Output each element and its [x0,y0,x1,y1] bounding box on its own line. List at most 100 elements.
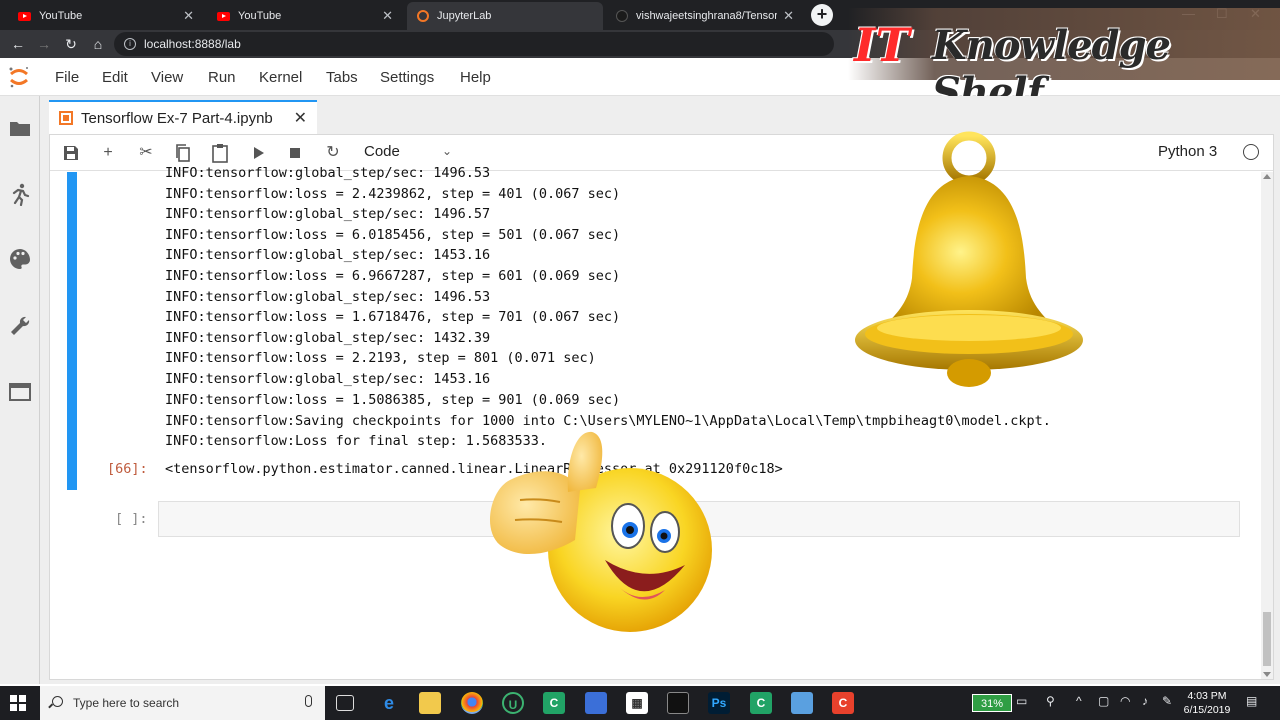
notifications-icon[interactable]: ▤ [1246,694,1257,708]
camtasia-red-icon[interactable]: C [832,692,854,714]
output-line: INFO:tensorflow:global_step/sec: 1432.39 [165,330,491,346]
url-text: localhost:8888/lab [144,37,241,51]
active-cell-indicator [67,172,77,490]
github-icon [616,10,628,22]
output-line: INFO:tensorflow:global_step/sec: 1496.53 [165,165,491,181]
taskbar-search-placeholder: Type here to search [73,696,180,710]
terminal-icon[interactable] [667,692,689,714]
chevron-down-icon[interactable]: ⌄ [442,144,452,158]
clock-time: 4:03 PM [1187,690,1227,702]
channel-watermark: IT Knowledge Shelf [848,8,1280,116]
tabs-icon[interactable] [8,380,32,404]
folder-icon[interactable] [8,116,32,140]
running-icon[interactable] [8,182,32,206]
clock-date: 6/15/2019 [1183,704,1231,716]
windows-start-icon[interactable] [10,695,26,711]
menu-run[interactable]: Run [208,69,236,86]
scroll-down-arrow-icon[interactable] [1263,672,1271,677]
network-app-icon[interactable] [585,692,607,714]
task-view-icon[interactable] [336,695,354,711]
output-line: INFO:tensorflow:global_step/sec: 1453.16 [165,247,491,263]
address-bar[interactable]: i localhost:8888/lab [114,32,834,56]
chevron-up-icon[interactable]: ^ [1076,694,1082,708]
close-icon[interactable]: ✕ [183,8,194,24]
edge-icon[interactable]: e [378,692,400,714]
add-cell-icon[interactable]: + [97,142,119,164]
remote-desktop-icon[interactable] [791,692,813,714]
menu-file[interactable]: File [55,69,79,86]
browser-tab-youtube-1[interactable]: YouTube ✕ [8,2,204,30]
output-line: INFO:tensorflow:global_step/sec: 1496.53 [165,289,491,305]
menu-settings[interactable]: Settings [380,69,434,86]
kernel-name[interactable]: Python 3 [1158,143,1217,160]
taskbar-search[interactable]: Type here to search [40,686,325,720]
wifi-icon[interactable]: ◠ [1120,694,1130,708]
close-icon[interactable]: ✕ [294,108,307,128]
output-line: INFO:tensorflow:loss = 1.5086385, step =… [165,392,621,408]
menu-help[interactable]: Help [460,69,491,86]
camtasia-icon[interactable]: C [543,692,565,714]
left-sidebar [0,96,40,684]
reload-icon[interactable]: ↻ [61,34,81,54]
cut-icon[interactable]: ✂ [135,142,157,164]
palette-icon[interactable] [8,247,32,271]
menu-tabs[interactable]: Tabs [326,69,358,86]
output-line: INFO:tensorflow:global_step/sec: 1496.57 [165,206,491,222]
notebook-icon [59,111,73,125]
camtasia-recorder-icon[interactable]: C [750,692,772,714]
battery-indicator[interactable]: 31% [972,694,1012,712]
browser-tab-youtube-2[interactable]: YouTube ✕ [207,2,403,30]
close-icon[interactable]: ✕ [382,8,393,24]
bell-icon [855,131,1083,387]
input-prompt: [ ]: [115,511,148,527]
info-icon[interactable]: i [124,38,136,50]
file-explorer-icon[interactable] [419,692,441,714]
system-clock[interactable]: 4:03 PM 6/15/2019 [1180,689,1234,717]
thumbs-up-emoji-icon [489,431,712,632]
scrollbar-thumb[interactable] [1263,612,1271,666]
save-icon[interactable] [60,142,82,164]
browser-tab-jupyterlab[interactable]: JupyterLab [407,2,603,30]
back-arrow-icon[interactable]: ← [8,34,28,54]
cell-type-select[interactable]: Code [364,143,400,160]
watermark-it: IT [854,18,910,72]
microphone-icon[interactable] [305,695,312,707]
chrome-icon[interactable] [461,692,483,714]
copy-icon[interactable] [172,142,194,164]
notebook-scrollbar[interactable] [1261,172,1273,679]
app-u-icon[interactable]: U [502,692,524,714]
paste-icon[interactable] [209,142,231,164]
menu-kernel[interactable]: Kernel [259,69,302,86]
menu-edit[interactable]: Edit [102,69,128,86]
run-icon[interactable] [247,142,269,164]
battery-icon[interactable]: ▭ [1016,694,1027,708]
output-line: INFO:tensorflow:global_step/sec: 1453.16 [165,371,491,387]
output-line: INFO:tensorflow:loss = 1.6718476, step =… [165,309,621,325]
forward-arrow-icon[interactable]: → [34,34,54,54]
kernel-status-icon [1243,144,1259,160]
jupyter-icon [417,10,429,22]
people-icon[interactable]: ⚲ [1046,694,1055,708]
browser-tab-github[interactable]: vishwajeetsinghrana8/Tensorflow ✕ [606,2,804,30]
new-tab-button[interactable]: + [811,4,833,26]
store-icon[interactable]: ▦ [626,692,648,714]
notebook-tab-title: Tensorflow Ex-7 Part-4.ipynb [81,109,273,127]
close-icon[interactable]: ✕ [783,8,794,24]
wrench-icon[interactable] [8,314,32,338]
browser-tab-title: vishwajeetsinghrana8/Tensorflow [636,10,778,22]
volume-icon[interactable]: ♪ [1142,694,1148,708]
stop-icon[interactable] [284,142,306,164]
browser-tab-title: YouTube [238,10,282,22]
home-icon[interactable]: ⌂ [88,34,108,54]
menu-view[interactable]: View [151,69,183,86]
restart-icon[interactable]: ↻ [322,142,344,164]
photoshop-icon[interactable]: Ps [708,692,730,714]
youtube-icon [18,11,31,21]
network-icon[interactable]: ▢ [1098,694,1109,708]
windows-taskbar: Type here to search e U C ▦ Ps C C 31% ▭… [0,686,1280,720]
jupyter-logo-icon [9,67,28,88]
notebook-tab[interactable]: Tensorflow Ex-7 Part-4.ipynb ✕ [49,100,317,134]
pen-icon[interactable]: ✎ [1162,694,1172,708]
browser-tab-title: YouTube [39,10,83,22]
scroll-up-arrow-icon[interactable] [1263,174,1271,179]
